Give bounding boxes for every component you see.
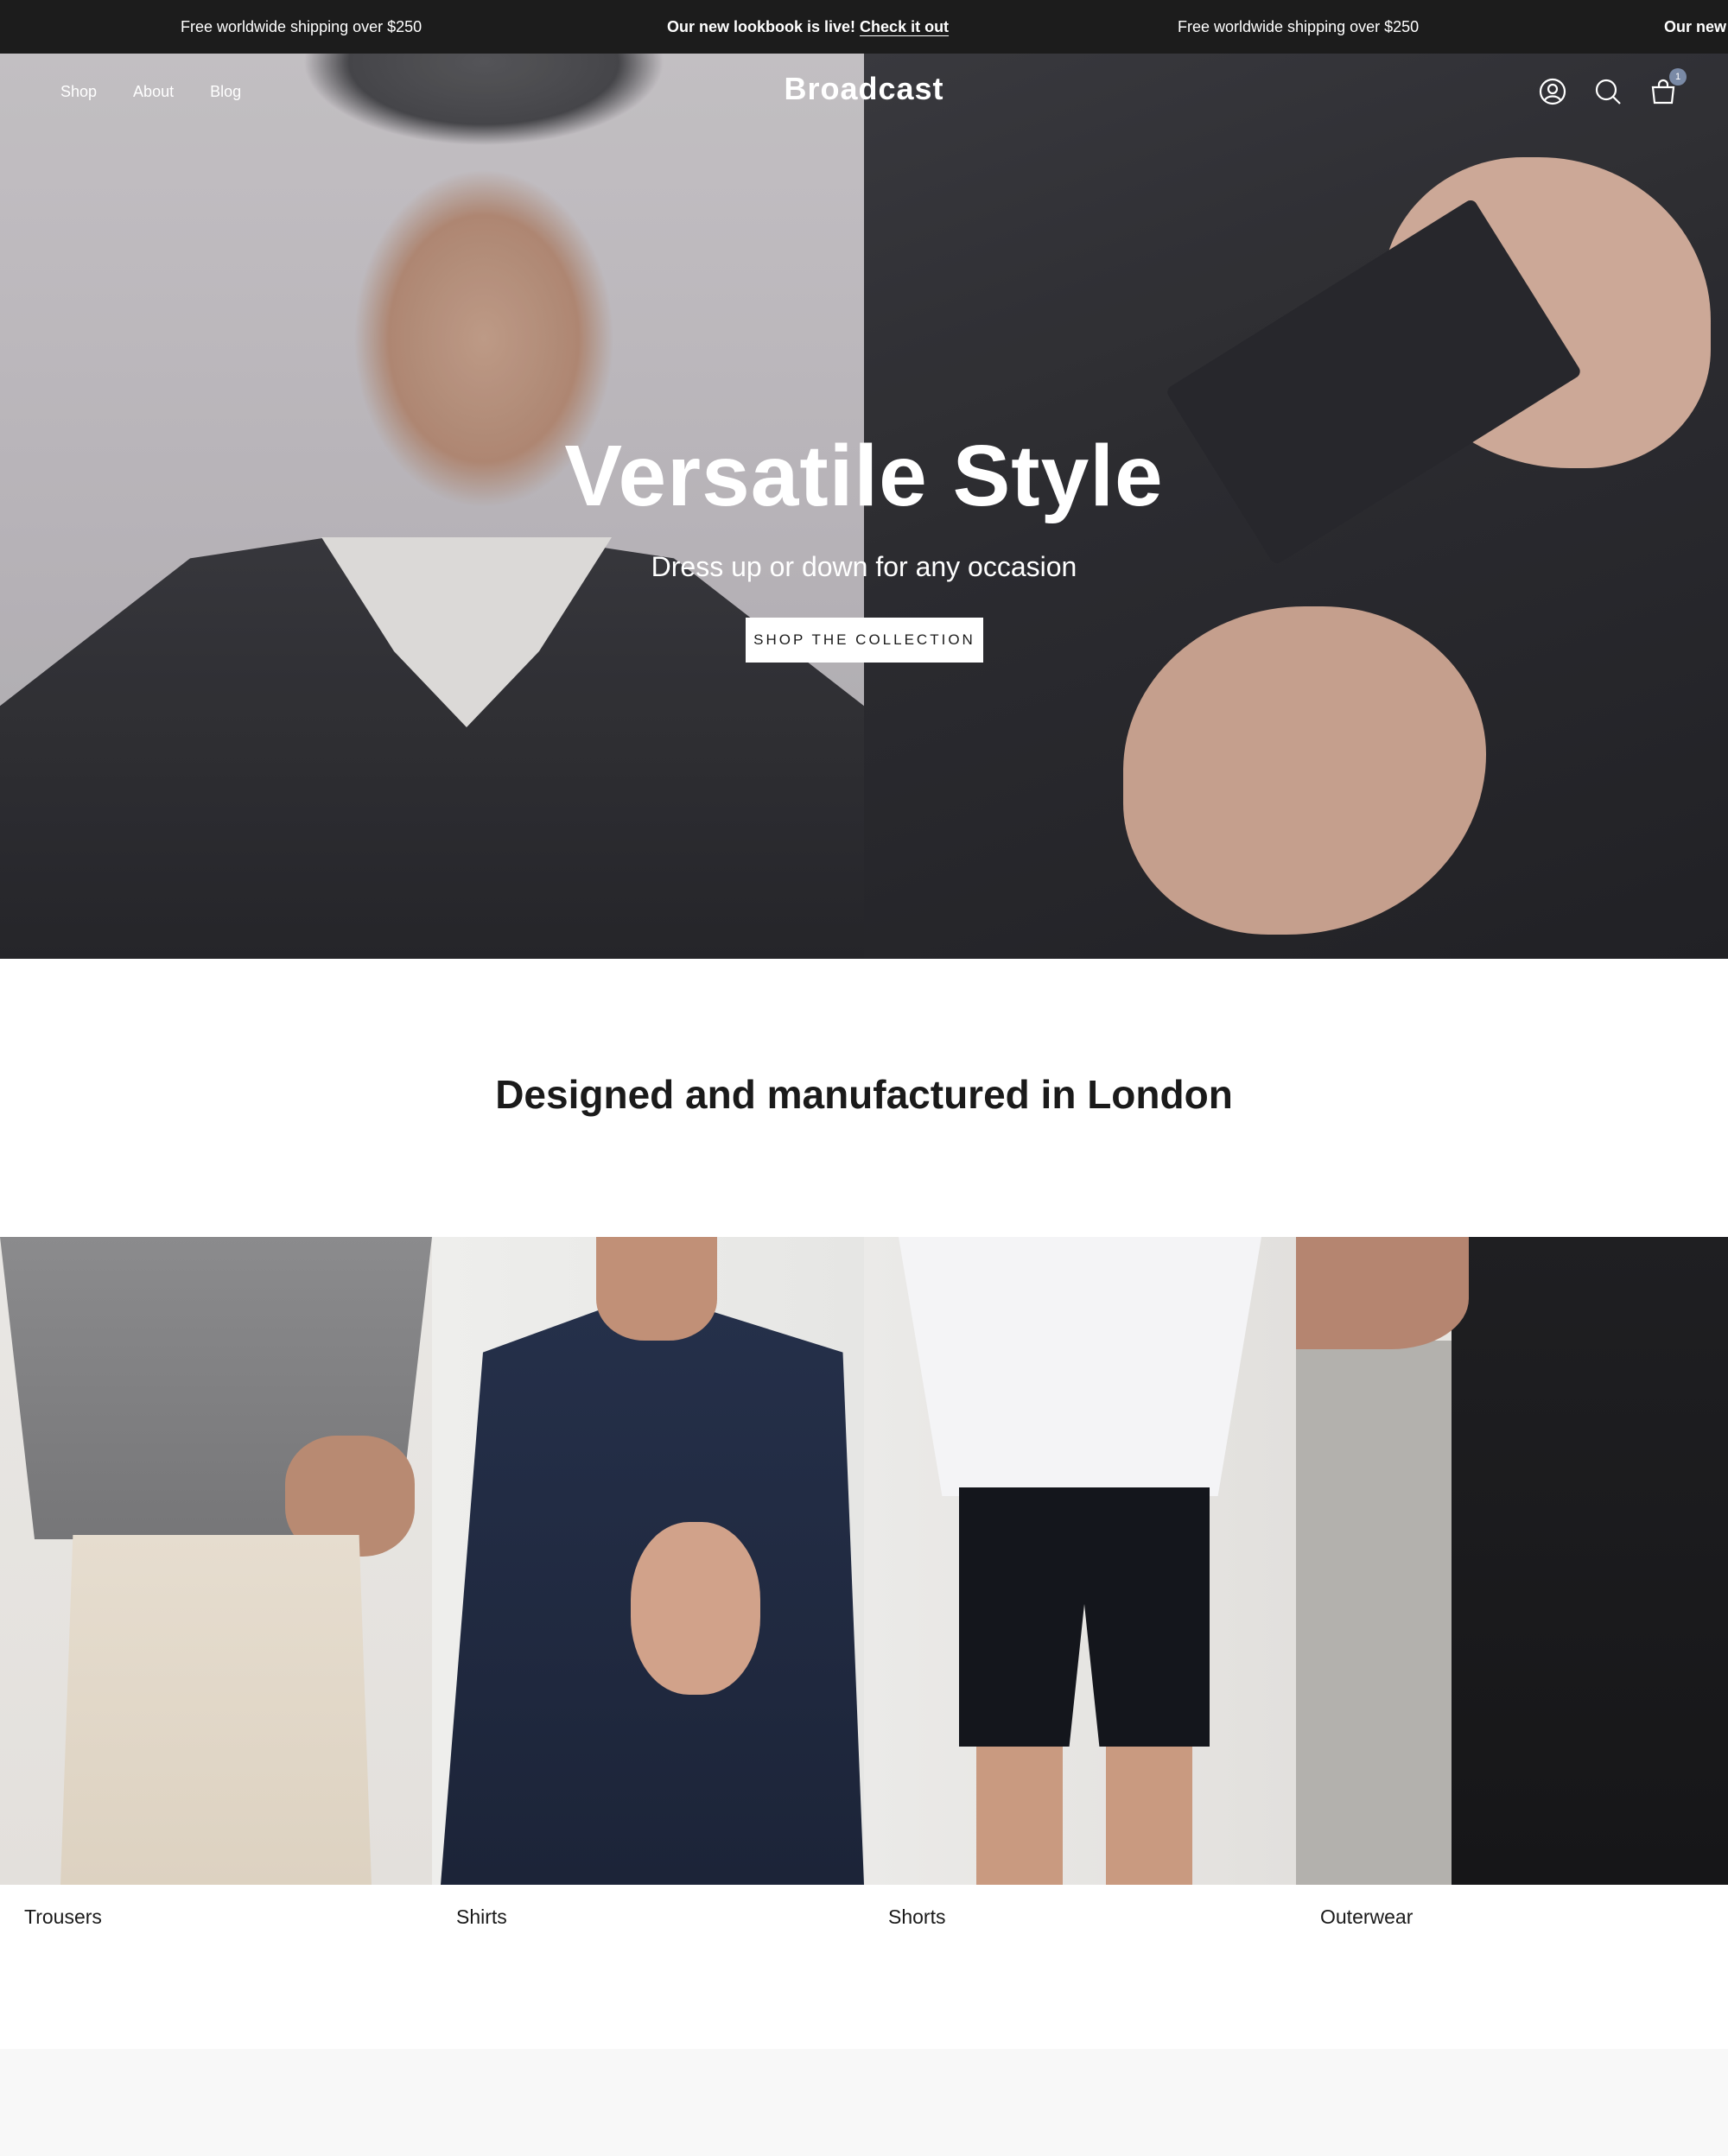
hero-subtitle: Dress up or down for any occasion [651, 551, 1077, 582]
announcement-shipping-repeat: Free worldwide shipping over $250 [1178, 18, 1420, 35]
announcement-lookbook-text: Our new lookbook is live! [667, 18, 861, 35]
hero-title: Versatile Style [564, 428, 1164, 524]
section-heading: Designed and manufactured in London [495, 1072, 1233, 1117]
footer-band [0, 2049, 1728, 2156]
collection-image-trousers [0, 1237, 432, 1885]
shop-collection-button[interactable]: SHOP THE COLLECTION [746, 618, 983, 663]
announcement-lookbook-repeat: Our new [1664, 18, 1727, 35]
collection-card-outerwear[interactable] [1296, 1237, 1728, 1885]
collection-image-shorts [864, 1237, 1296, 1885]
collection-grid [0, 1237, 1728, 1885]
collection-label-shorts[interactable]: Shorts [888, 1906, 945, 1929]
collection-label-shirts[interactable]: Shirts [456, 1906, 507, 1929]
collection-image-outerwear [1296, 1237, 1728, 1885]
announcement-bar: Free worldwide shipping over $250 Our ne… [0, 0, 1728, 54]
collection-card-shorts[interactable] [864, 1237, 1296, 1885]
collection-label-outerwear[interactable]: Outerwear [1320, 1906, 1413, 1929]
collection-card-shirts[interactable] [432, 1237, 864, 1885]
hero-content: Versatile Style Dress up or down for any… [0, 54, 1728, 959]
collection-card-trousers[interactable] [0, 1237, 432, 1885]
announcement-shipping: Free worldwide shipping over $250 [181, 18, 422, 35]
collection-label-trousers[interactable]: Trousers [24, 1906, 102, 1929]
announcement-lookbook: Our new lookbook is live! Check it out [667, 0, 949, 54]
collection-image-shirts [432, 1237, 864, 1885]
lookbook-link[interactable]: Check it out [860, 18, 949, 35]
